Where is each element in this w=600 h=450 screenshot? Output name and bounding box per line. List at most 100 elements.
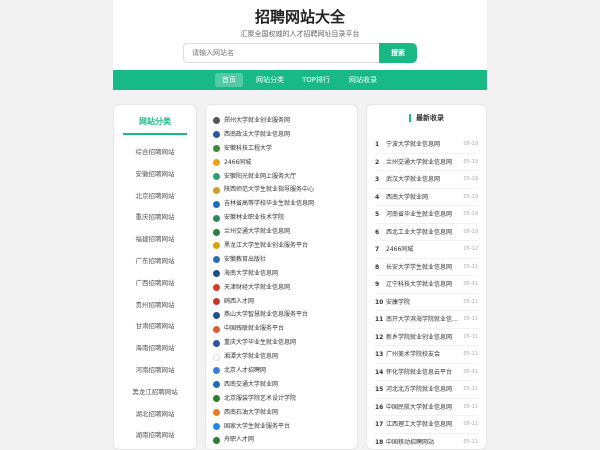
site-link[interactable]: 兰州交通大学就业信息网: [213, 225, 355, 239]
latest-item[interactable]: 15 河北北方学院就业信息网 05-11: [375, 381, 478, 399]
site-link[interactable]: 安徽阳光就业网上服务大厅: [213, 170, 355, 184]
latest-item[interactable]: 5 河南省毕业生就业信息网 05-19: [375, 206, 478, 224]
category-item[interactable]: 甘肃招聘网站: [114, 316, 196, 338]
latest-item[interactable]: 6 西北工业大学就业信息网 05-19: [375, 224, 478, 241]
site-link[interactable]: 2466同城: [213, 156, 355, 170]
latest-item[interactable]: 12 新乡学院就业创业信息网 05-11: [375, 329, 478, 346]
site-link-label: 燕山大学智慧就业信息服务平台: [224, 311, 309, 319]
latest-item[interactable]: 17 江西理工大学就业信息网 05-11: [375, 416, 478, 434]
latest-item[interactable]: 13 广州美术学院校友会 05-11: [375, 346, 478, 364]
category-item[interactable]: 海南招聘网站: [114, 338, 196, 360]
latest-item-name: 2466同城: [386, 246, 414, 253]
latest-item-name: 新乡学院就业创业信息网: [386, 333, 453, 341]
university-seal-icon: [213, 186, 220, 194]
latest-item-rank: 9: [375, 281, 380, 288]
latest-item-date: 05-11: [463, 403, 478, 410]
site-link[interactable]: 安徽科技工程大学: [213, 142, 355, 156]
title-accent-bar: [409, 114, 411, 122]
category-item[interactable]: 广西招聘网站: [114, 273, 196, 295]
site-link[interactable]: 海南大学就业信息网: [213, 267, 355, 281]
site-link-label: 西南政法大学就业信息网: [224, 130, 291, 138]
latest-item-rank: 5: [375, 211, 380, 218]
nav-home[interactable]: 首页: [215, 73, 243, 87]
latest-panel-title-text: 最新收录: [416, 114, 444, 122]
site-logo-icon: [213, 284, 220, 292]
site-link[interactable]: 中国残联就业服务平台: [213, 322, 355, 336]
site-subtitle: 汇聚全国权威的人才招聘网址目录平台: [240, 30, 360, 38]
latest-item[interactable]: 10 安康学院 05-11: [375, 294, 478, 311]
category-list: 综合招聘网站 安徽招聘网站 北京招聘网站 重庆招聘网站 福建招聘网站 广东招聘网站 广西招聘…: [114, 142, 196, 447]
site-link[interactable]: 西南政法大学就业信息网: [213, 128, 355, 142]
university-seal-icon: [213, 353, 220, 361]
latest-item[interactable]: 8 长安大学学生就业信息网 05-11: [375, 259, 478, 276]
latest-item-rank: 12: [375, 333, 384, 341]
latest-item-rank: 4: [375, 193, 380, 201]
category-item[interactable]: 湖北招聘网站: [114, 404, 196, 426]
site-link[interactable]: 安徽林业职业技术学院: [213, 211, 355, 225]
latest-item-date: 05-11: [463, 368, 478, 375]
site-link-label: 安徽阳光就业网上服务大厅: [224, 172, 297, 180]
site-link[interactable]: 郑州大学就业创业服务网: [213, 114, 355, 128]
latest-item-rank: 15: [375, 386, 384, 393]
site-link[interactable]: 鸥西人才网: [213, 295, 355, 309]
latest-item[interactable]: 14 怀化学院就业信息云平台 05-11: [375, 364, 478, 381]
site-link[interactable]: 吉林省高等学校毕业生就业信息网: [213, 197, 355, 211]
nav-categories[interactable]: 网站分类: [249, 73, 291, 87]
search-button[interactable]: 搜索: [379, 43, 417, 63]
site-link[interactable]: 湘潭大学就业信息网: [213, 350, 355, 364]
site-link[interactable]: 北京服装学院艺术设计学院: [213, 392, 355, 406]
site-link-label: 天津财经大学就业信息网: [224, 283, 291, 291]
site-link-label: 黑龙江大学生就业创业服务平台: [224, 242, 309, 250]
latest-item-date: 05-19: [463, 228, 478, 235]
latest-item[interactable]: 3 武汉大学就业信息网 05-19: [375, 171, 478, 189]
category-item[interactable]: 综合招聘网站: [114, 142, 196, 164]
site-link[interactable]: 燕山大学智慧就业信息服务平台: [213, 308, 355, 322]
latest-item-date: 05-19: [463, 211, 478, 217]
latest-item-date: 05-11: [463, 351, 478, 357]
site-link[interactable]: 北京人才招聘网: [213, 364, 355, 378]
category-item[interactable]: 北京招聘网站: [114, 186, 196, 208]
site-link[interactable]: 陕西师范大学生就业指导服务中心: [213, 183, 355, 197]
search-input[interactable]: [183, 43, 379, 63]
latest-item-rank: 1: [375, 141, 380, 148]
category-item[interactable]: 河南招聘网站: [114, 360, 196, 382]
site-link[interactable]: 黑龙江大学生就业创业服务平台: [213, 239, 355, 253]
latest-item-rank: 13: [375, 351, 384, 358]
category-item[interactable]: 广东招聘网站: [114, 251, 196, 273]
site-link[interactable]: 西南交通大学就业网: [213, 378, 355, 392]
university-seal-icon: [213, 131, 220, 139]
latest-item[interactable]: 4 西南大学就业网 05-19: [375, 189, 478, 206]
category-item[interactable]: 安徽招聘网站: [114, 164, 196, 186]
latest-item-date: 05-11: [463, 316, 478, 322]
latest-item[interactable]: 7 2466同城 05-12: [375, 241, 478, 259]
latest-item-name: 中国民航大学就业信息网: [386, 403, 453, 411]
site-link[interactable]: 国家大学生就业服务平台: [213, 420, 355, 434]
nav-top-ranking[interactable]: TOP排行: [295, 73, 337, 87]
category-item[interactable]: 福建招聘网站: [114, 229, 196, 251]
category-item[interactable]: 重庆招聘网站: [114, 207, 196, 229]
category-item[interactable]: 贵州招聘网站: [114, 295, 196, 317]
latest-item[interactable]: 1 宁波大学就业信息网 05-19: [375, 136, 478, 154]
site-link[interactable]: 天津财经大学就业信息网: [213, 281, 355, 295]
category-item[interactable]: 黑龙江招聘网站: [114, 382, 196, 404]
site-link[interactable]: 舟职人才网: [213, 433, 355, 447]
latest-item[interactable]: 18 中国移动招聘网站 05-11: [375, 434, 478, 450]
nav-submit-site[interactable]: 网站收录: [342, 73, 384, 87]
latest-item[interactable]: 11 南开大学滨海学院就业信息网 05-11: [375, 311, 478, 329]
latest-item[interactable]: 16 中国民航大学就业信息网 05-11: [375, 399, 478, 416]
site-link[interactable]: 西南石油大学就业网: [213, 406, 355, 420]
latest-item[interactable]: 9 辽宁科技大学就业信息网 05-11: [375, 276, 478, 294]
header: 招聘网站大全 汇聚全国权威的人才招聘网址目录平台 搜索: [113, 0, 487, 70]
latest-item-name: 安康学院: [386, 298, 411, 306]
site-link[interactable]: 安徽教育出版社: [213, 253, 355, 267]
latest-item-name: 辽宁科技大学就业信息网: [386, 281, 453, 288]
latest-item-name: 江西理工大学就业信息网: [386, 421, 453, 428]
latest-item[interactable]: 2 兰州交通大学就业信息网 05-19: [375, 154, 478, 171]
category-item[interactable]: 湖南招聘网站: [114, 425, 196, 447]
latest-item-date: 05-11: [463, 438, 478, 445]
site-link-label: 陕西师范大学生就业指导服务中心: [224, 186, 315, 194]
site-title: 招聘网站大全: [254, 8, 345, 26]
latest-item-rank: 8: [375, 263, 380, 271]
site-link[interactable]: 重庆大学毕业生就业信息网: [213, 336, 355, 350]
site-logo-icon: [213, 409, 220, 417]
